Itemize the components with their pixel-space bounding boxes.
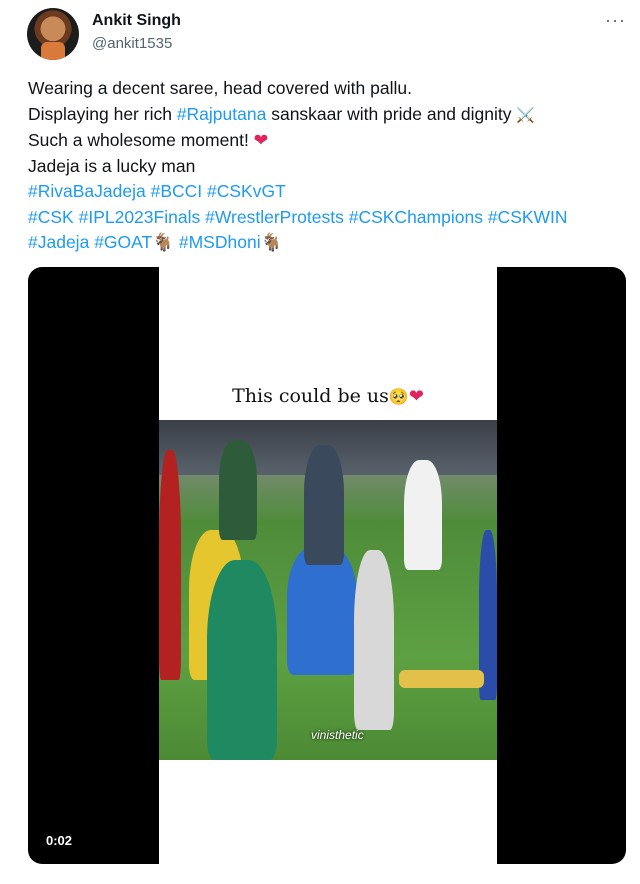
video-player[interactable]: This could be us🥺❤ vinisthetic 0:02	[28, 267, 626, 864]
heart-icon: ❤	[408, 386, 424, 407]
crossed-swords-icon: ⚔️	[516, 106, 536, 124]
author-name[interactable]: Ankit Singh	[92, 12, 181, 30]
hashtag-bcci[interactable]: #BCCI	[151, 181, 203, 201]
tweet-line-3: Such a wholesome moment! ❤	[28, 128, 628, 154]
tweet-line-1: Wearing a decent saree, head covered wit…	[28, 78, 412, 98]
hashtag-row-2: #CSK #IPL2023Finals #WrestlerProtests #C…	[28, 205, 628, 231]
video-still-image: vinisthetic	[159, 420, 497, 760]
avatar[interactable]	[27, 8, 79, 60]
author-handle[interactable]: @ankit1535	[92, 35, 172, 52]
hashtag-wrestlerprotests[interactable]: #WrestlerProtests	[205, 207, 344, 227]
hashtag-cskwin[interactable]: #CSKWIN	[488, 207, 568, 227]
tweet-line-2: Displaying her rich #Rajputana sanskaar …	[28, 102, 628, 129]
tweet-line-2-text: Displaying her rich	[28, 103, 177, 124]
hashtag-row-1: #RivaBaJadeja #BCCI #CSKvGT	[28, 179, 628, 205]
hashtag-row-3: #Jadeja #GOAT🐐 #MSDhoni🐐	[28, 230, 628, 256]
hashtag-csk[interactable]: #CSK	[28, 207, 74, 227]
video-caption-text: This could be us	[232, 385, 389, 407]
more-options-icon[interactable]: ···	[605, 10, 626, 31]
saree-figure	[207, 560, 277, 760]
video-timestamp: 0:02	[46, 833, 73, 848]
hashtag-goat[interactable]: #GOAT🐐	[94, 232, 174, 252]
hashtag-jadeja[interactable]: #Jadeja	[28, 232, 89, 252]
tweet-line-3-text: Such a wholesome moment!	[28, 130, 254, 150]
video-frame: This could be us🥺❤ vinisthetic	[159, 267, 497, 864]
player-figure	[159, 450, 181, 680]
tweet-line-2-text-end: sanskaar with pride and dignity	[266, 103, 517, 124]
hashtag-msdhoni[interactable]: #MSDhoni🐐	[179, 232, 283, 252]
hashtag-ipl2023finals[interactable]: #IPL2023Finals	[79, 207, 201, 227]
hashtag-rajputana[interactable]: #Rajputana	[177, 104, 267, 124]
pleading-face-icon: 🥺	[388, 387, 409, 406]
player-figure	[219, 440, 257, 540]
hashtag-cskvgt[interactable]: #CSKvGT	[207, 181, 286, 201]
player-figure	[304, 445, 344, 565]
video-watermark: vinisthetic	[311, 728, 364, 742]
video-caption: This could be us🥺❤	[159, 385, 497, 407]
hashtag-cskchampions[interactable]: #CSKChampions	[349, 207, 483, 227]
player-figure	[404, 460, 442, 570]
tweet-text: Wearing a decent saree, head covered wit…	[28, 76, 628, 256]
ground-object	[399, 670, 484, 688]
tweet-line-4: Jadeja is a lucky man	[28, 155, 196, 176]
player-figure	[354, 550, 394, 730]
tweet-card: Ankit Singh @ankit1535 ··· Wearing a dec…	[0, 0, 640, 884]
heart-icon: ❤	[253, 130, 269, 150]
hashtag-rivabajadeja[interactable]: #RivaBaJadeja	[28, 181, 146, 201]
